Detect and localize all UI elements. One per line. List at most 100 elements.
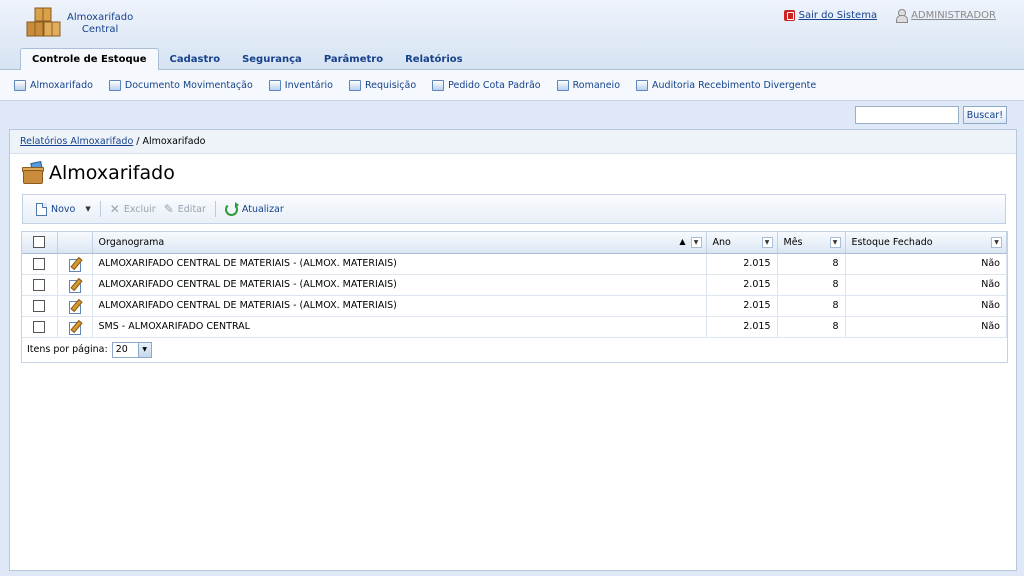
new-label: Novo xyxy=(51,203,76,215)
user-link[interactable]: ADMINISTRADOR xyxy=(895,9,996,23)
row-edit-cell xyxy=(57,316,93,338)
breadcrumb: Relatórios Almoxarifado / Almoxarifado xyxy=(10,130,1016,154)
submenu-label: Requisição xyxy=(364,79,417,91)
page-title: Almoxarifado xyxy=(49,162,175,184)
table-row[interactable]: ALMOXARIFADO CENTRAL DE MATERIAIS - (ALM… xyxy=(22,295,1007,317)
column-header-mes[interactable]: Mês ▼ xyxy=(777,232,846,254)
exit-icon xyxy=(783,9,795,21)
row-edit-cell xyxy=(57,274,93,296)
refresh-icon xyxy=(224,201,239,216)
column-header-ano[interactable]: Ano ▼ xyxy=(706,232,778,254)
edit-row-icon[interactable] xyxy=(68,300,81,314)
submenu-label: Romaneio xyxy=(572,79,621,91)
row-checkbox[interactable] xyxy=(33,278,46,291)
column-label: Organograma xyxy=(98,236,165,248)
new-button[interactable]: Novo ▼ xyxy=(32,199,95,219)
app-name-line2: Central xyxy=(81,24,119,35)
submenu-label: Almoxarifado xyxy=(30,79,93,91)
cell-estoque-fechado: Não xyxy=(845,316,1007,338)
order-icon xyxy=(432,79,445,91)
toolbar-separator xyxy=(99,201,101,217)
edit-button[interactable]: ✎ Editar xyxy=(160,199,210,219)
row-checkbox[interactable] xyxy=(33,320,46,333)
column-header-organograma[interactable]: Organograma ▲ ▼ xyxy=(92,232,707,254)
app-header: Almoxarifado Central Sair do Sistema ADM… xyxy=(0,0,1024,71)
tools-icon xyxy=(556,79,569,91)
tab-cadastro[interactable]: Cadastro xyxy=(159,49,232,71)
content-panel: Relatórios Almoxarifado / Almoxarifado A… xyxy=(9,129,1017,571)
edit-row-icon[interactable] xyxy=(68,321,81,335)
select-all-checkbox[interactable] xyxy=(33,236,46,249)
column-menu-icon[interactable]: ▼ xyxy=(829,237,841,248)
breadcrumb-link-relatorios[interactable]: Relatórios Almoxarifado xyxy=(20,136,133,147)
cell-ano: 2.015 xyxy=(706,295,778,317)
submenu-almoxarifado[interactable]: Almoxarifado xyxy=(14,79,93,91)
cell-estoque-fechado: Não xyxy=(845,253,1007,275)
tab-seguranca[interactable]: Segurança xyxy=(231,49,313,71)
row-select-cell xyxy=(22,295,58,317)
cell-organograma: ALMOXARIFADO CENTRAL DE MATERIAIS - (ALM… xyxy=(92,253,707,275)
clipboard-icon xyxy=(268,79,281,91)
edit-row-icon[interactable] xyxy=(68,258,81,272)
tab-parametro[interactable]: Parâmetro xyxy=(313,49,394,71)
tab-controle-de-estoque[interactable]: Controle de Estoque xyxy=(20,48,159,71)
column-header-estoque-fechado[interactable]: Estoque Fechado ▼ xyxy=(845,232,1007,254)
search-button[interactable]: Buscar! xyxy=(962,106,1007,124)
refresh-button[interactable]: Atualizar xyxy=(221,199,288,219)
edit-pencil-icon: ✎ xyxy=(163,202,174,216)
submenu-label: Auditoria Recebimento Divergente xyxy=(652,79,817,91)
page-title-area: Almoxarifado xyxy=(22,160,175,184)
main-tabs: Controle de Estoque Cadastro Segurança P… xyxy=(20,48,474,71)
submenu-auditoria-recebimento-divergente[interactable]: Auditoria Recebimento Divergente xyxy=(636,79,817,91)
submenu-requisicao[interactable]: Requisição xyxy=(348,79,417,91)
top-links: Sair do Sistema ADMINISTRADOR xyxy=(783,9,996,23)
table-row[interactable]: SMS - ALMOXARIFADO CENTRAL 2.015 8 Não xyxy=(22,316,1007,338)
row-edit-cell xyxy=(57,295,93,317)
submenu-documento-movimentacao[interactable]: Documento Movimentação xyxy=(108,79,253,91)
submenu-romaneio[interactable]: Romaneio xyxy=(556,79,621,91)
app-name-line1: Almoxarifado xyxy=(67,12,134,23)
column-label: Mês xyxy=(783,236,803,248)
column-menu-icon[interactable]: ▼ xyxy=(690,237,702,248)
column-label: Ano xyxy=(712,236,731,248)
exit-link[interactable]: Sair do Sistema xyxy=(783,9,878,21)
edit-label: Editar xyxy=(177,203,206,215)
user-label: ADMINISTRADOR xyxy=(911,9,996,21)
items-per-page-select[interactable]: 20 ▼ xyxy=(111,341,152,358)
row-edit-cell xyxy=(57,253,93,275)
pager: Itens por página: 20 ▼ xyxy=(22,338,1007,362)
breadcrumb-current: Almoxarifado xyxy=(142,136,206,147)
cell-ano: 2.015 xyxy=(706,274,778,296)
edit-row-icon[interactable] xyxy=(68,279,81,293)
submenu-label: Pedido Cota Padrão xyxy=(448,79,541,91)
row-checkbox[interactable] xyxy=(33,257,46,270)
row-select-cell xyxy=(22,316,58,338)
cell-mes: 8 xyxy=(777,316,846,338)
document-icon xyxy=(108,79,121,91)
cell-organograma: SMS - ALMOXARIFADO CENTRAL xyxy=(92,316,707,338)
warehouse-box-icon xyxy=(22,160,44,184)
submenu-label: Inventário xyxy=(284,79,333,91)
table-row[interactable]: ALMOXARIFADO CENTRAL DE MATERIAIS - (ALM… xyxy=(22,274,1007,296)
tab-relatorios[interactable]: Relatórios xyxy=(394,49,474,71)
table-row[interactable]: ALMOXARIFADO CENTRAL DE MATERIAIS - (ALM… xyxy=(22,253,1007,275)
submenu-pedido-cota-padrao[interactable]: Pedido Cota Padrão xyxy=(432,79,541,91)
exit-label: Sair do Sistema xyxy=(798,9,878,21)
cell-mes: 8 xyxy=(777,295,846,317)
row-select-cell xyxy=(22,274,58,296)
items-per-page-value: 20 xyxy=(115,344,128,355)
data-grid: Organograma ▲ ▼ Ano ▼ Mês ▼ Estoque Fechado ▼… xyxy=(21,231,1008,363)
delete-button[interactable]: ✕ Excluir xyxy=(106,199,160,219)
cell-mes: 8 xyxy=(777,253,846,275)
search-input[interactable] xyxy=(854,106,959,124)
row-checkbox[interactable] xyxy=(33,299,46,312)
refresh-label: Atualizar xyxy=(241,203,284,215)
column-menu-icon[interactable]: ▼ xyxy=(991,237,1002,248)
submenu-label: Documento Movimentação xyxy=(124,79,253,91)
column-menu-icon[interactable]: ▼ xyxy=(761,237,773,248)
delete-x-icon: ✕ xyxy=(109,202,120,216)
submenu-inventario[interactable]: Inventário xyxy=(268,79,333,91)
form-icon xyxy=(348,79,361,91)
edit-column-header xyxy=(57,232,93,254)
grid-header-row: Organograma ▲ ▼ Ano ▼ Mês ▼ Estoque Fechado ▼ xyxy=(22,232,1007,254)
